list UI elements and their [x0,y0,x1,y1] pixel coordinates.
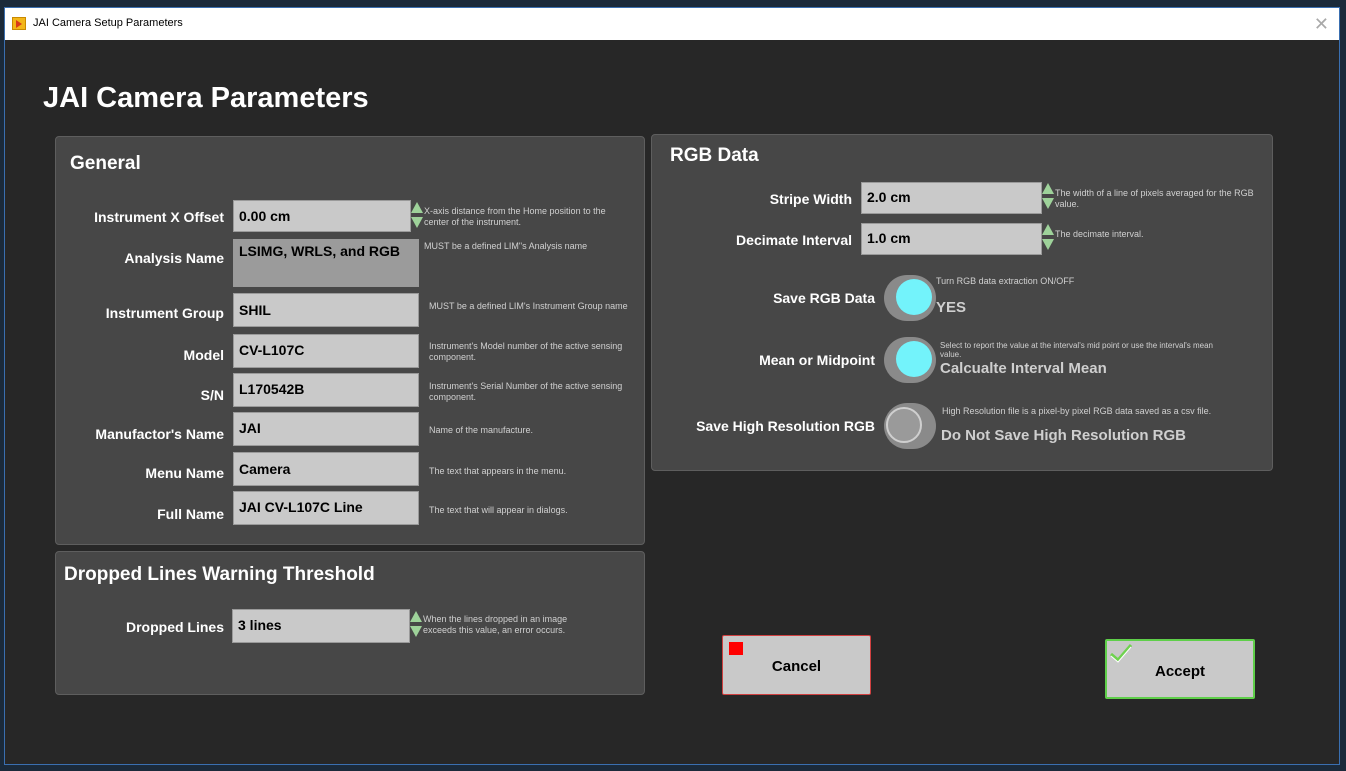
checkmark-icon [1110,644,1133,663]
analysis-name-label: Analysis Name [124,250,224,266]
save-rgb-data-desc: Turn RGB data extraction ON/OFF [936,276,1075,286]
spin-down-icon[interactable] [1042,198,1054,209]
model-field[interactable]: CV-L107C [233,334,419,368]
menu-name-desc: The text that appears in the menu. [429,466,567,476]
mean-or-midpoint-state: Calcualte Interval Mean [940,360,1107,377]
decimate-interval-spinner[interactable] [1042,224,1054,252]
mean-or-midpoint-toggle[interactable] [884,337,936,383]
manufacturer-name-label: Manufactor's Name [95,426,224,442]
manufacturer-name-desc: Name of the manufacture. [429,425,534,435]
decimate-interval-field[interactable]: 1.0 cm [861,223,1042,255]
spin-up-icon[interactable] [1042,224,1054,235]
instrument-x-offset-label: Instrument X Offset [94,209,224,225]
model-desc: Instrument's Model number of the active … [429,341,623,362]
serial-number-field[interactable]: L170542B [233,373,419,407]
instrument-group-label: Instrument Group [105,305,224,321]
save-high-resolution-rgb-label: Save High Resolution RGB [696,418,875,434]
save-rgb-data-state: YES [936,299,967,316]
full-name-label: Full Name [157,506,224,522]
spin-down-icon[interactable] [1042,239,1054,250]
instrument-x-offset-field[interactable]: 0.00 cm [233,200,411,232]
full-name-field[interactable]: JAI CV-L107C Line [233,491,419,525]
instrument-x-offset-desc: X-axis distance from the Home position t… [424,206,606,227]
window-title: JAI Camera Setup Parameters [33,17,183,29]
dropped-lines-field[interactable]: 3 lines [232,609,410,643]
rgb-data-title: RGB Data [670,145,759,166]
save-high-resolution-rgb-desc: High Resolution file is a pixel-by pixel… [942,406,1212,416]
stripe-width-label: Stripe Width [769,191,852,207]
dropped-lines-spinner[interactable] [410,611,422,639]
instrument-group-desc: MUST be a defined LIM's Instrument Group… [429,301,628,311]
dropped-lines-label: Dropped Lines [125,619,224,635]
spin-up-icon[interactable] [410,611,422,622]
mean-or-midpoint-label: Mean or Midpoint [759,352,875,368]
cancel-button[interactable]: Cancel [722,635,871,695]
model-label: Model [183,347,224,363]
close-icon[interactable]: ✕ [1314,14,1329,35]
save-high-resolution-rgb-toggle[interactable] [884,403,936,449]
mean-or-midpoint-desc: Select to report the value at the interv… [940,341,1213,359]
rgb-data-panel: RGB Data Stripe Width 2.0 cm The width o… [651,134,1273,471]
manufacturer-name-field[interactable]: JAI [233,412,419,446]
toggle-knob [886,407,922,443]
spin-up-icon[interactable] [1042,183,1054,194]
dropped-lines-desc: When the lines dropped in an image excee… [423,614,568,635]
dropped-lines-panel: Dropped Lines Warning Threshold Dropped … [55,551,645,695]
general-title: General [70,153,141,174]
title-bar: JAI Camera Setup Parameters ✕ [5,8,1339,40]
stripe-width-desc: The width of a line of pixels averaged f… [1055,188,1254,209]
save-rgb-data-toggle[interactable] [884,275,936,321]
spin-up-icon[interactable] [411,202,423,213]
dialog-window: JAI Camera Setup Parameters ✕ JAI Camera… [4,7,1340,765]
serial-number-desc: Instrument's Serial Number of the active… [429,381,623,402]
analysis-name-desc: MUST be a defined LIM"s Analysis name [424,241,588,251]
menu-name-field[interactable]: Camera [233,452,419,486]
save-high-resolution-rgb-state: Do Not Save High Resolution RGB [941,427,1187,444]
page-title: JAI Camera Parameters [43,82,369,114]
stop-icon [729,642,743,655]
serial-number-label: S/N [200,387,224,403]
decimate-interval-label: Decimate Interval [736,232,852,248]
general-panel: General Instrument X Offset 0.00 cm X-ax… [55,136,645,545]
save-rgb-data-label: Save RGB Data [773,290,875,306]
toggle-knob [896,341,932,377]
stripe-width-field[interactable]: 2.0 cm [861,182,1042,214]
decimate-interval-desc: The decimate interval. [1055,229,1144,239]
menu-name-label: Menu Name [145,465,224,481]
instrument-x-offset-spinner[interactable] [411,202,423,230]
accept-button[interactable]: Accept [1105,639,1255,699]
full-name-desc: The text that will appear in dialogs. [429,505,568,515]
cancel-label: Cancel [771,658,822,675]
spin-down-icon[interactable] [411,217,423,228]
toggle-knob [896,279,932,315]
instrument-group-field[interactable]: SHIL [233,293,419,327]
spin-down-icon[interactable] [410,626,422,637]
dropped-lines-title: Dropped Lines Warning Threshold [64,564,375,585]
labview-app-icon [12,17,26,30]
stripe-width-spinner[interactable] [1042,183,1054,211]
accept-label: Accept [1154,663,1206,680]
analysis-name-field: LSIMG, WRLS, and RGB [233,239,419,287]
